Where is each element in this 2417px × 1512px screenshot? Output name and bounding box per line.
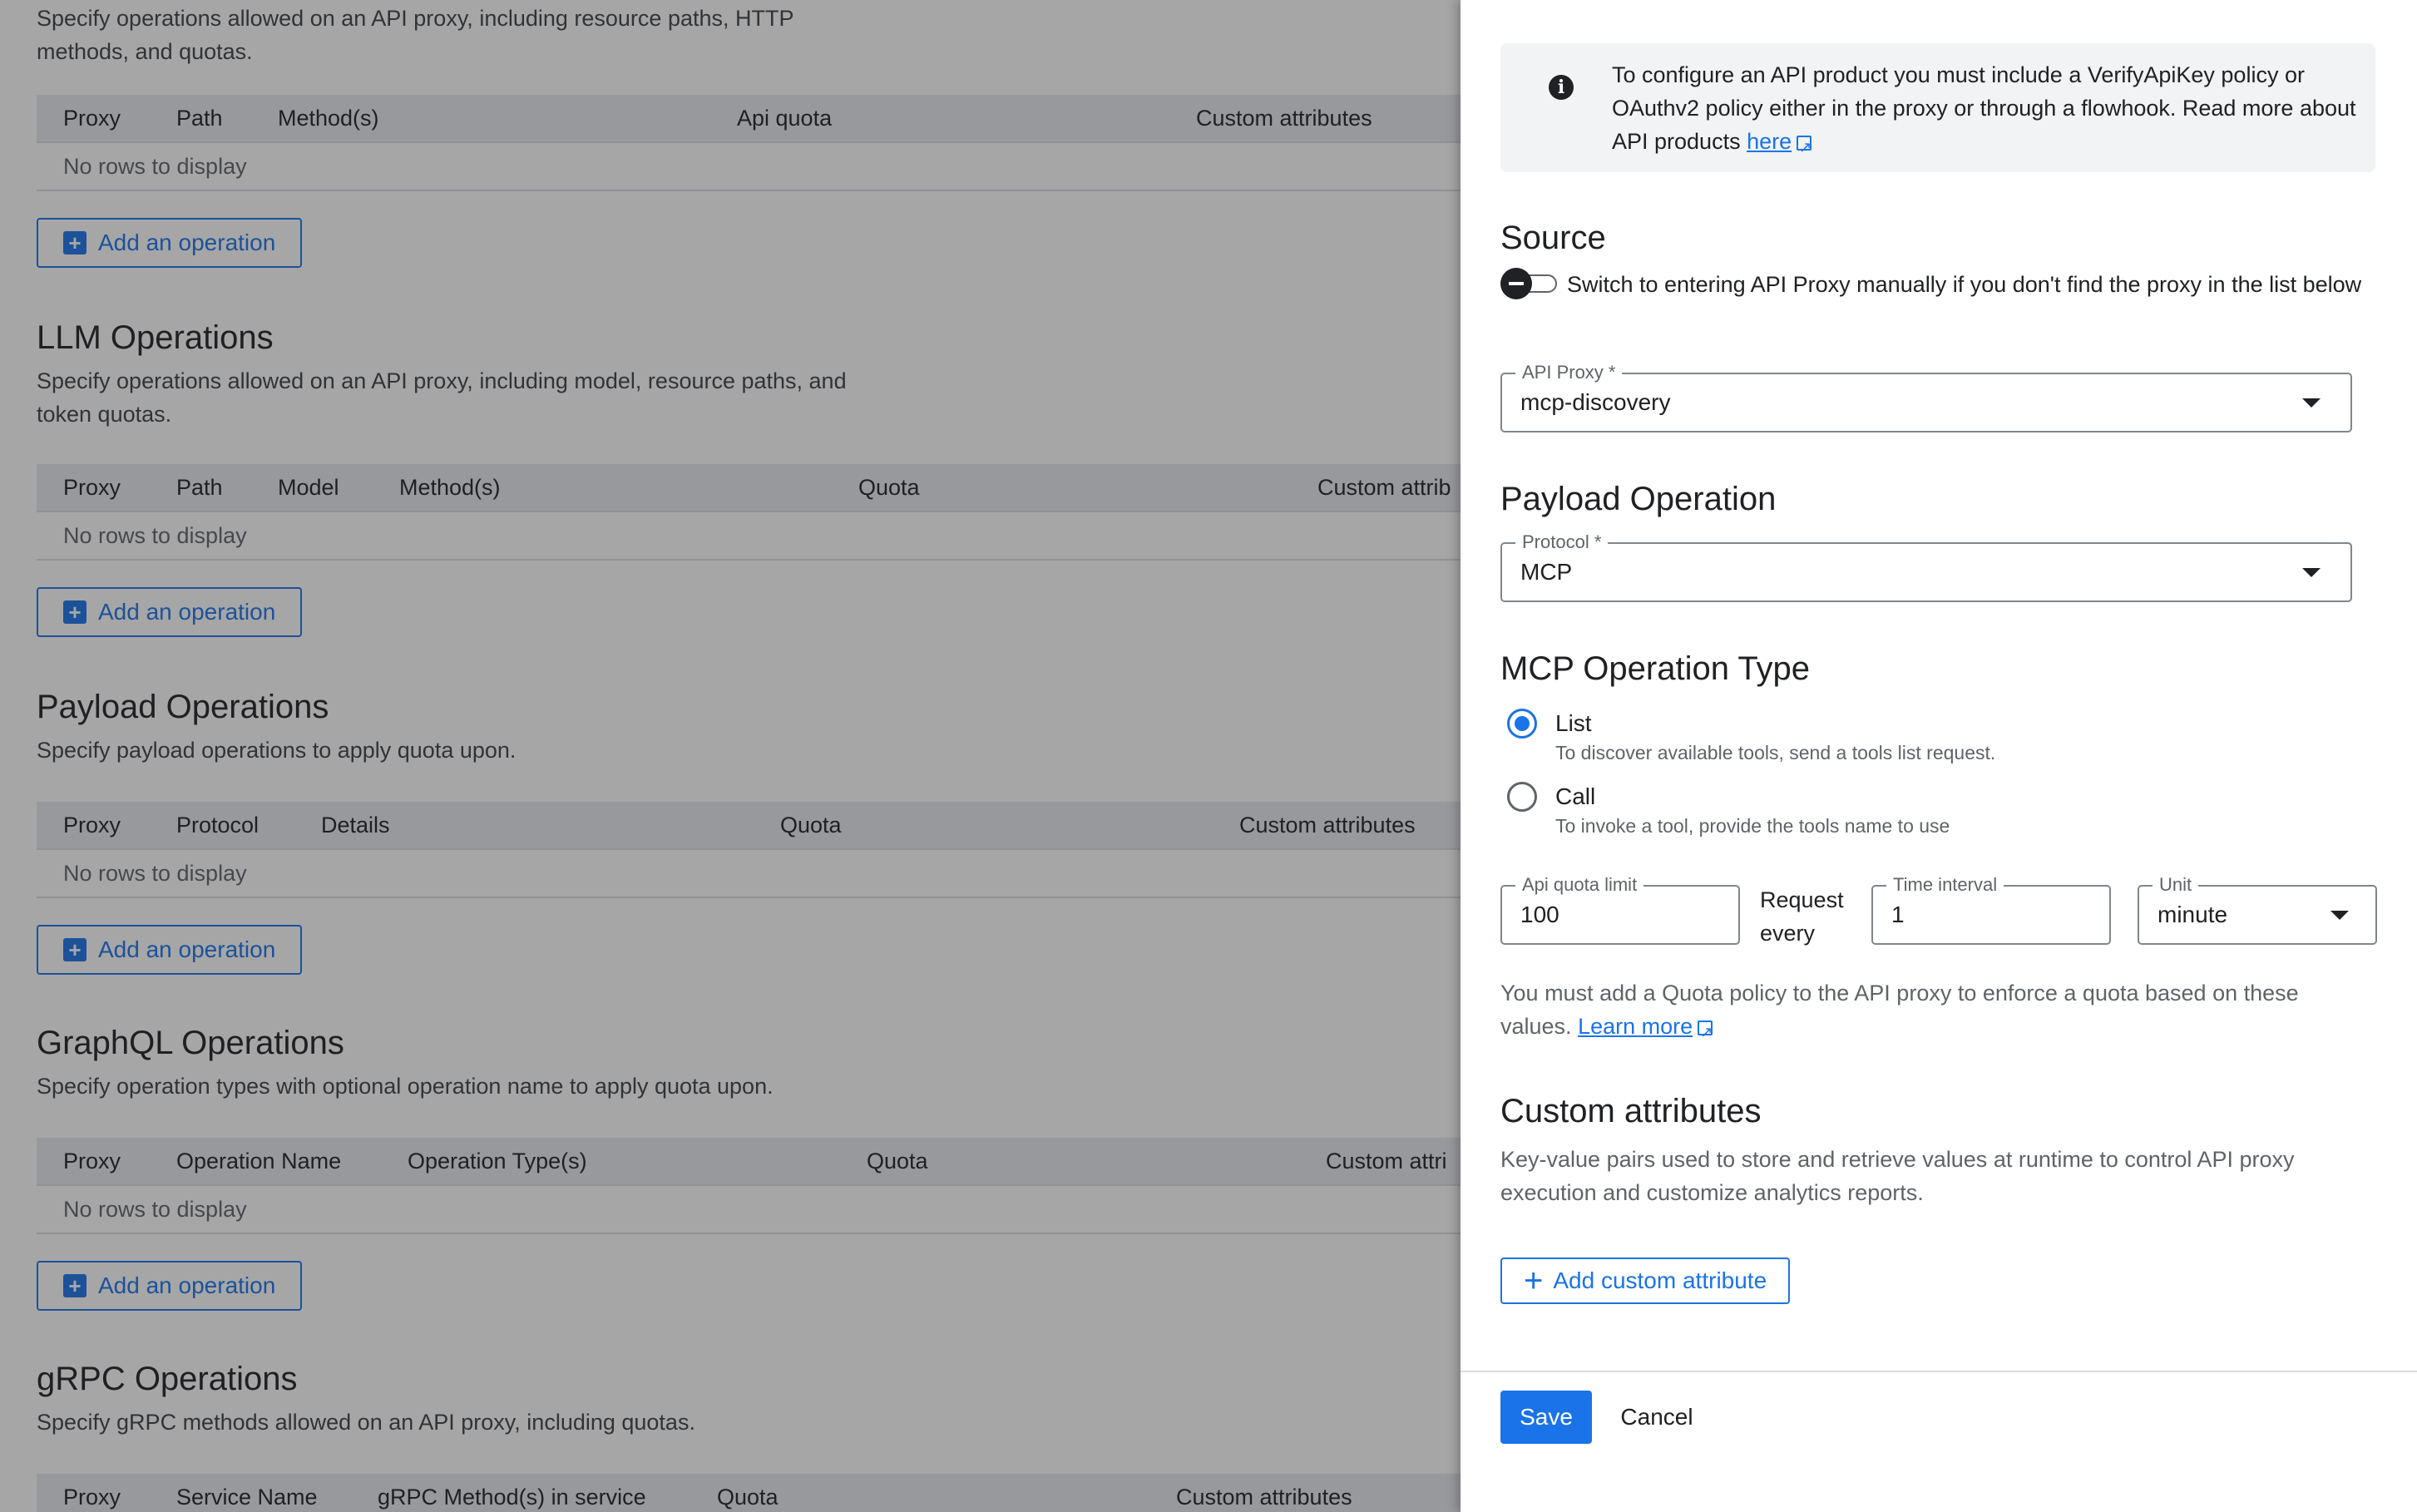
- save-button[interactable]: Save: [1500, 1391, 1592, 1444]
- chevron-down-icon: [2302, 568, 2321, 577]
- mcp-operation-type-title: MCP Operation Type: [1500, 650, 1811, 687]
- unit-value: minute: [2158, 902, 2228, 927]
- info-text: To configure an API product you must inc…: [1612, 58, 2360, 164]
- radio-description: To discover available tools, send a tool…: [1555, 742, 1996, 763]
- learn-more-link[interactable]: Learn more: [1578, 1014, 1693, 1039]
- custom-attributes-title: Custom attributes: [1500, 1093, 1762, 1129]
- protocol-value: MCP: [1520, 559, 1573, 585]
- api-proxy-value: mcp-discovery: [1520, 389, 1671, 415]
- time-interval-field[interactable]: Time interval 1: [1871, 875, 2111, 945]
- unit-select[interactable]: Unit minute: [2138, 875, 2377, 945]
- payload-operation-title: Payload Operation: [1500, 481, 1777, 517]
- toggle-thumb: [1500, 268, 1532, 299]
- api-proxy-select[interactable]: API Proxy * mcp-discovery: [1500, 363, 2352, 432]
- request-every-line: Request: [1760, 887, 1844, 912]
- modal-scrim[interactable]: [0, 0, 1461, 1512]
- radio-button[interactable]: [1507, 782, 1537, 812]
- info-icon: i: [1549, 75, 1574, 100]
- info-banner: i To configure an API product you must i…: [1500, 43, 2375, 172]
- radio-button[interactable]: [1507, 709, 1537, 739]
- plus-icon: +: [1524, 1262, 1544, 1299]
- chevron-down-icon: [2302, 398, 2321, 408]
- chevron-down-icon: [2331, 911, 2349, 920]
- time-interval-value: 1: [1891, 902, 1905, 927]
- add-custom-attribute-button[interactable]: + Add custom attribute: [1500, 1258, 1791, 1304]
- cancel-button[interactable]: Cancel: [1607, 1391, 1707, 1444]
- side-panel: i To configure an API product you must i…: [1461, 0, 2417, 1512]
- add-custom-attribute-label: Add custom attribute: [1553, 1267, 1767, 1293]
- api-quota-limit-value: 100: [1520, 902, 1559, 927]
- source-title: Source: [1500, 220, 1606, 256]
- info-message: To configure an API product you must inc…: [1612, 62, 2356, 154]
- request-every-label: Request every: [1760, 883, 1844, 950]
- external-link-icon: [1698, 1015, 1713, 1049]
- radio-description: To invoke a tool, provide the tools name…: [1555, 815, 1950, 837]
- protocol-select[interactable]: Protocol * MCP: [1500, 532, 2352, 602]
- quota-note: You must add a Quota policy to the API p…: [1500, 976, 2365, 1049]
- api-quota-limit-field[interactable]: Api quota limit 100: [1500, 875, 1740, 945]
- footer-divider: [1461, 1371, 2417, 1372]
- toggle-label: Switch to entering API Proxy manually if…: [1567, 272, 2362, 297]
- background-page: Specify operations allowed on an API pro…: [0, 0, 1461, 1512]
- manual-proxy-toggle[interactable]: [1500, 268, 1559, 299]
- request-every-line: every: [1760, 921, 1816, 946]
- radio-label: List: [1555, 710, 1592, 736]
- radio-label: Call: [1555, 783, 1596, 809]
- api-products-link[interactable]: here: [1747, 129, 1792, 154]
- external-link-icon: [1797, 131, 1812, 164]
- custom-attributes-description: Key-value pairs used to store and retrie…: [1500, 1147, 2295, 1205]
